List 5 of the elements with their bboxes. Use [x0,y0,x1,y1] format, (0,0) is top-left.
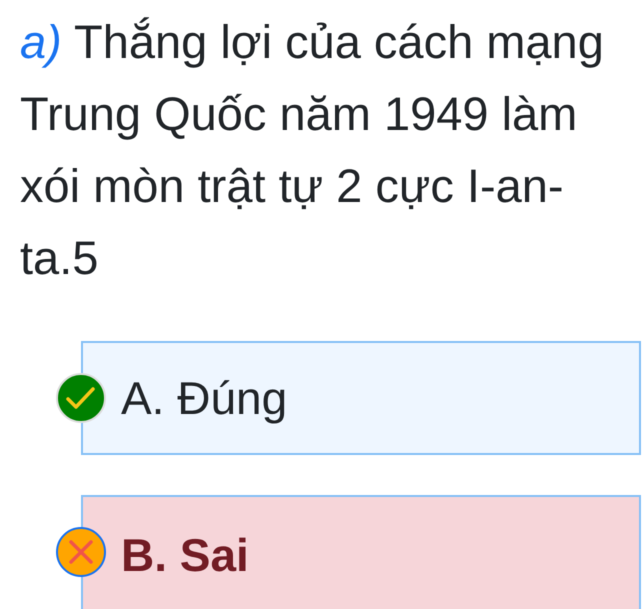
question-text: a) Thắng lợi của cách mạng Trung Quốc năm 1949 làm xói mòn trật tự 2 cực I-an-ta.5 [19,14,605,286]
check-icon [56,373,106,423]
answer-option[interactable]: A. Đúng [81,341,641,455]
answer-option[interactable]: B. Sai [81,495,641,609]
cross-icon [56,527,106,577]
